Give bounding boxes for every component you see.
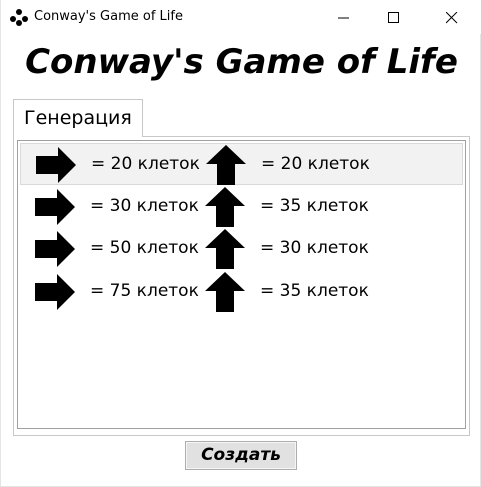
tab-label: Генерация: [24, 107, 132, 129]
tab-generation[interactable]: Генерация: [13, 99, 143, 137]
list-item[interactable]: = 20 клеток = 20 клеток: [20, 143, 463, 185]
arrow-up-icon: [206, 145, 246, 185]
arrow-up-icon: [205, 272, 245, 312]
window-title: Conway's Game of Life: [34, 9, 183, 24]
arrow-right-icon: [35, 274, 75, 310]
minimize-button[interactable]: [320, 0, 366, 34]
dots-logo-icon: [10, 9, 28, 27]
height-value: = 35 клеток: [260, 196, 369, 216]
title-bar[interactable]: Conway's Game of Life: [1, 0, 481, 34]
arrow-up-icon: [205, 187, 245, 227]
close-icon: [446, 12, 458, 24]
list-item[interactable]: = 30 клеток = 35 клеток: [20, 186, 463, 228]
width-value: = 50 клеток: [90, 238, 199, 258]
arrow-right-icon: [35, 189, 75, 225]
width-value: = 75 клеток: [90, 281, 199, 301]
main-window: Conway's Game of Life Conway's Game of L…: [0, 0, 481, 487]
create-button[interactable]: Создать: [185, 441, 297, 470]
tab-panel-generation: = 20 клеток = 20 клеток = 30 клеток = 35…: [13, 136, 470, 436]
width-value: = 30 клеток: [90, 196, 199, 216]
maximize-button[interactable]: [370, 0, 416, 34]
height-value: = 35 клеток: [260, 281, 369, 301]
minimize-icon: [338, 17, 349, 19]
close-button[interactable]: [428, 0, 474, 34]
arrow-right-icon: [35, 231, 75, 267]
size-list[interactable]: = 20 клеток = 20 клеток = 30 клеток = 35…: [17, 140, 466, 429]
height-value: = 20 клеток: [261, 154, 370, 174]
page-title: Conway's Game of Life: [25, 42, 458, 82]
width-value: = 20 клеток: [91, 154, 200, 174]
height-value: = 30 клеток: [260, 238, 369, 258]
maximize-icon: [388, 12, 399, 23]
arrow-right-icon: [36, 147, 76, 183]
list-item[interactable]: = 50 клеток = 30 клеток: [20, 228, 463, 270]
list-item[interactable]: = 75 клеток = 35 клеток: [20, 271, 463, 313]
arrow-up-icon: [205, 229, 245, 269]
